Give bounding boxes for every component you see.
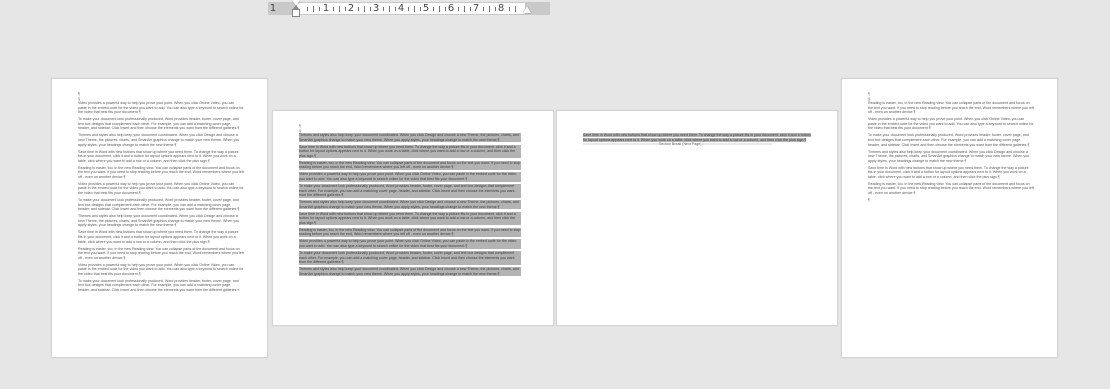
horizontal-ruler[interactable]: 1 1 2 3 4 5 6 7 8 — [268, 2, 550, 15]
selected-paragraph[interactable]: Themes and styles also help keep your do… — [299, 133, 521, 143]
paragraph[interactable]: Save time in Word with new buttons that … — [868, 166, 1034, 180]
paragraph[interactable]: Video provides a powerful way to help yo… — [868, 117, 1034, 131]
selected-paragraph[interactable]: To make your document look professionall… — [299, 250, 521, 265]
document-page-3[interactable]: Save time in Word with new buttons that … — [557, 111, 837, 325]
paragraph[interactable]: Themes and styles also help keep your do… — [78, 133, 244, 147]
ruler-tick — [509, 7, 510, 11]
ruler-tick — [364, 6, 365, 12]
ruler-tick — [439, 6, 440, 12]
paragraph[interactable]: Video provides a powerful way to help yo… — [78, 101, 244, 115]
ruler-number: 6 — [447, 3, 455, 14]
ruler-tick — [408, 7, 409, 11]
ruler-tick — [483, 7, 484, 11]
selected-paragraph[interactable]: Video provides a powerful way to help yo… — [299, 239, 521, 249]
section-break-dots: ::::::::::::::::::::::::::::::::::::::::… — [701, 142, 773, 147]
ruler-tick — [319, 7, 320, 11]
page-2-body[interactable]: ¶ § Themes and styles also help keep you… — [299, 123, 521, 279]
ruler-tick — [395, 7, 396, 11]
ruler-tick — [445, 7, 446, 11]
ruler-number: 7 — [472, 3, 480, 14]
document-page-2[interactable]: ¶ § Themes and styles also help keep you… — [273, 111, 553, 325]
ruler-tick — [489, 6, 490, 12]
paragraph[interactable]: Video provides a powerful way to help yo… — [78, 182, 244, 196]
selected-paragraph[interactable]: Save time in Word with new buttons that … — [583, 133, 813, 142]
selected-paragraph[interactable]: Reading is easier, too, in the new Readi… — [299, 227, 521, 238]
ruler-tick — [470, 7, 471, 11]
ruler-tick — [339, 6, 340, 12]
ruler-tick — [345, 7, 346, 11]
ruler-tick — [313, 6, 314, 12]
ruler-tick — [333, 7, 334, 11]
selected-paragraph[interactable]: Themes and styles also help keep your do… — [299, 267, 521, 277]
selected-paragraph[interactable]: Save time in Word with new buttons that … — [299, 211, 521, 226]
paragraph[interactable]: To make your document look professionall… — [78, 279, 244, 293]
paragraph[interactable]: Reading is easier, too, in the new Readi… — [78, 166, 244, 180]
paragraph[interactable]: Themes and styles also help keep your do… — [78, 214, 244, 228]
ruler-tick — [433, 7, 434, 11]
paragraph[interactable]: To make your document look professionall… — [868, 133, 1034, 147]
ruler-number: 2 — [347, 3, 355, 14]
ruler-tick — [495, 7, 496, 11]
paragraph[interactable]: Reading is easier, too, in the new Readi… — [868, 182, 1034, 196]
right-indent-marker[interactable] — [523, 6, 531, 13]
ruler-tick — [383, 7, 384, 11]
paragraph[interactable]: Save time in Word with new buttons that … — [78, 230, 244, 244]
document-page-1[interactable]: ¶ § Video provides a powerful way to hel… — [52, 79, 267, 357]
ruler-number: 8 — [497, 3, 505, 14]
left-indent-marker[interactable] — [292, 5, 300, 17]
page-3-body[interactable]: Save time in Word with new buttons that … — [583, 133, 813, 147]
document-page-4[interactable]: ¶ § Reading is easier, too, in the new R… — [842, 79, 1057, 357]
page-1-body[interactable]: ¶ § Video provides a powerful way to hel… — [78, 91, 244, 295]
ruler-number: 1 — [269, 3, 277, 14]
selection-highlight: Save time in Word with new buttons that … — [583, 133, 811, 142]
ruler-tick — [307, 7, 308, 11]
section-break-label: Section Break (Next Page) — [658, 142, 702, 147]
ruler-tick — [414, 6, 415, 12]
ruler-tick — [389, 6, 390, 12]
ruler-tick — [464, 6, 465, 12]
ruler-number: 5 — [422, 3, 430, 14]
selected-paragraph[interactable]: Save time in Word with new buttons that … — [299, 144, 521, 159]
ruler-number: 1 — [322, 3, 330, 14]
paragraph[interactable]: Themes and styles also help keep your do… — [868, 150, 1034, 164]
selected-paragraph[interactable]: Reading is easier, too, in the new Readi… — [299, 160, 521, 170]
ruler-tick — [515, 6, 516, 12]
paragraph[interactable]: Save time in Word with new buttons that … — [78, 150, 244, 164]
ruler-tick — [370, 7, 371, 11]
ruler-tick — [458, 7, 459, 11]
section-break-next-page[interactable]: ::::::::::::::::::::::::::::::::::::::::… — [583, 142, 813, 147]
ruler-tick — [358, 7, 359, 11]
page-4-body[interactable]: ¶ § Reading is easier, too, in the new R… — [868, 91, 1034, 205]
paragraph[interactable]: Reading is easier, too, in the new Readi… — [78, 247, 244, 261]
ruler-number: 4 — [397, 3, 405, 14]
paragraph[interactable]: Reading is easier, too, in the new Readi… — [868, 101, 1034, 115]
paragraph[interactable]: To make your document look professionall… — [78, 198, 244, 212]
section-break-dots: ::::::::::::::::::::::::::::::::::::::::… — [583, 142, 659, 147]
paragraph[interactable]: Video provides a powerful way to help yo… — [78, 263, 244, 277]
selected-paragraph[interactable]: Themes and styles also help keep your do… — [299, 200, 521, 210]
selected-paragraph[interactable]: To make your document look professionall… — [299, 183, 521, 198]
ruler-tick — [420, 7, 421, 11]
selected-paragraph[interactable]: Video provides a powerful way to help yo… — [299, 172, 521, 182]
paragraph[interactable]: To make your document look professionall… — [78, 117, 244, 131]
ruler-number: 3 — [372, 3, 380, 14]
paragraph[interactable]: ¶ — [868, 198, 1034, 203]
